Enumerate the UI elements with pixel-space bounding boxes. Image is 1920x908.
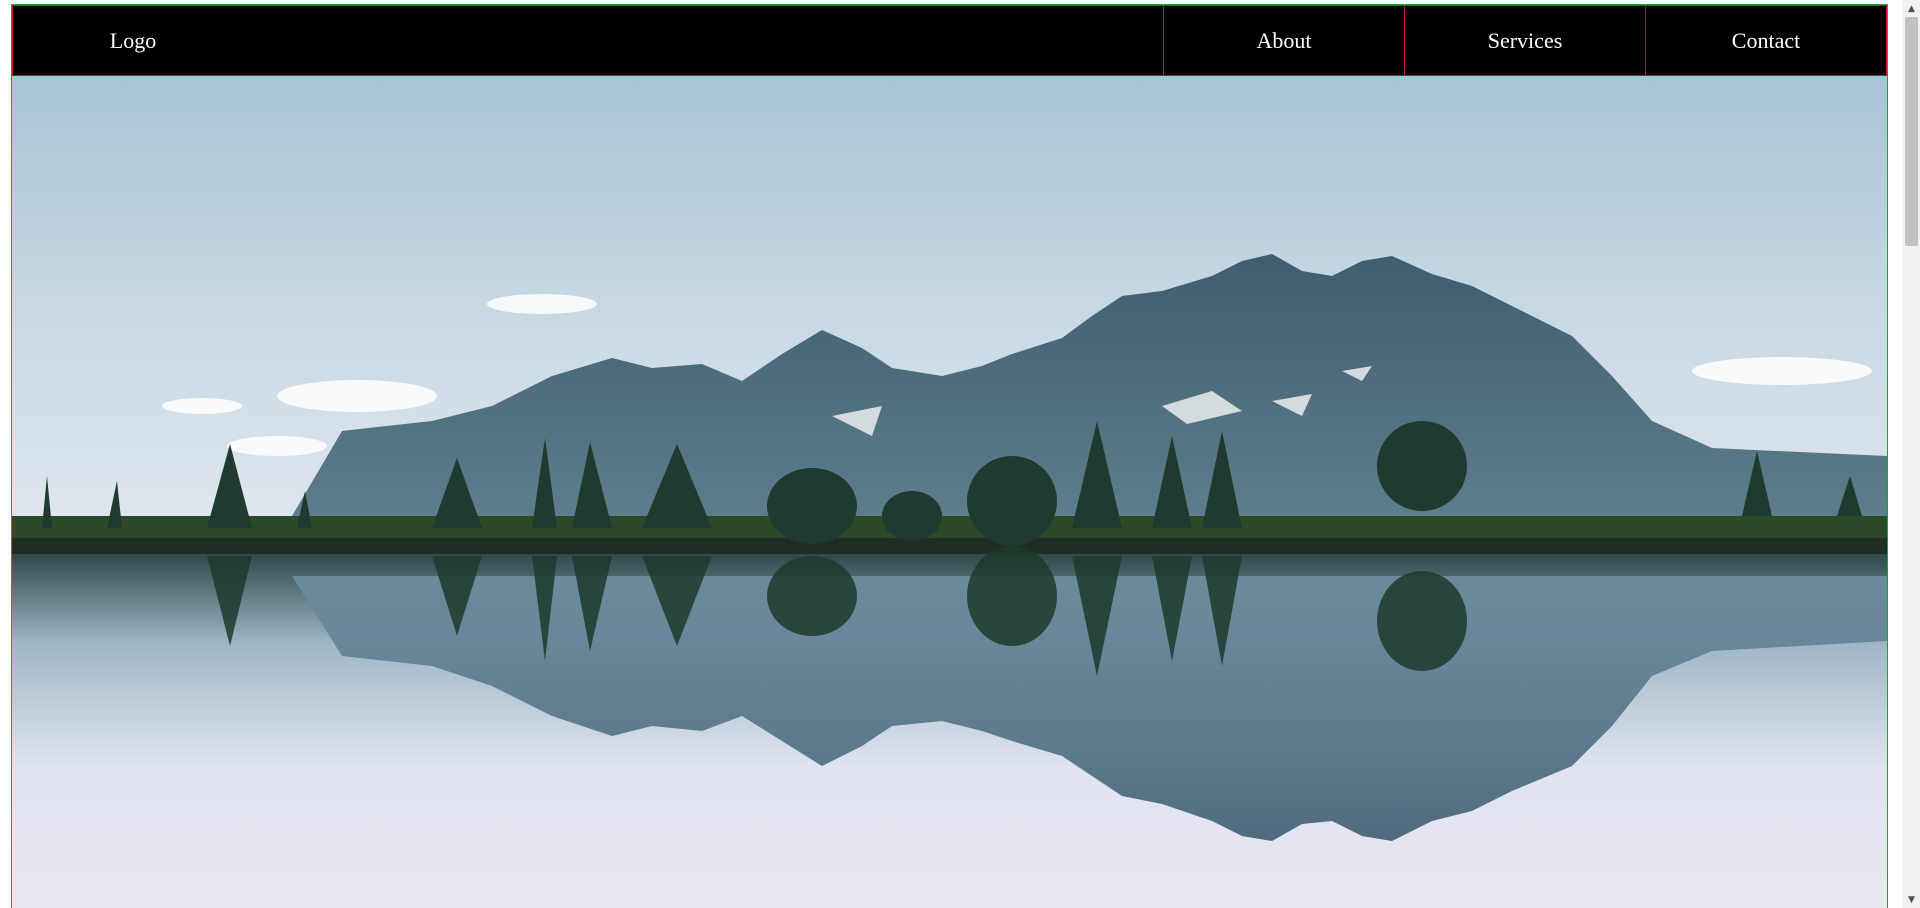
navbar: Logo About Services Contact: [12, 5, 1887, 76]
navbar-spacer: [253, 6, 1163, 75]
scroll-up-icon[interactable]: ▲: [1903, 0, 1920, 17]
nav-item-services[interactable]: Services: [1404, 6, 1645, 75]
hero-image: [12, 76, 1887, 908]
scrollbar-thumb[interactable]: [1905, 17, 1918, 246]
nav-item-contact[interactable]: Contact: [1645, 6, 1886, 75]
vertical-scrollbar[interactable]: ▲ ▼: [1903, 0, 1920, 908]
page-container: Logo About Services Contact: [11, 4, 1888, 908]
nav-item-about[interactable]: About: [1163, 6, 1404, 75]
logo[interactable]: Logo: [13, 6, 253, 75]
scroll-down-icon[interactable]: ▼: [1903, 891, 1920, 908]
